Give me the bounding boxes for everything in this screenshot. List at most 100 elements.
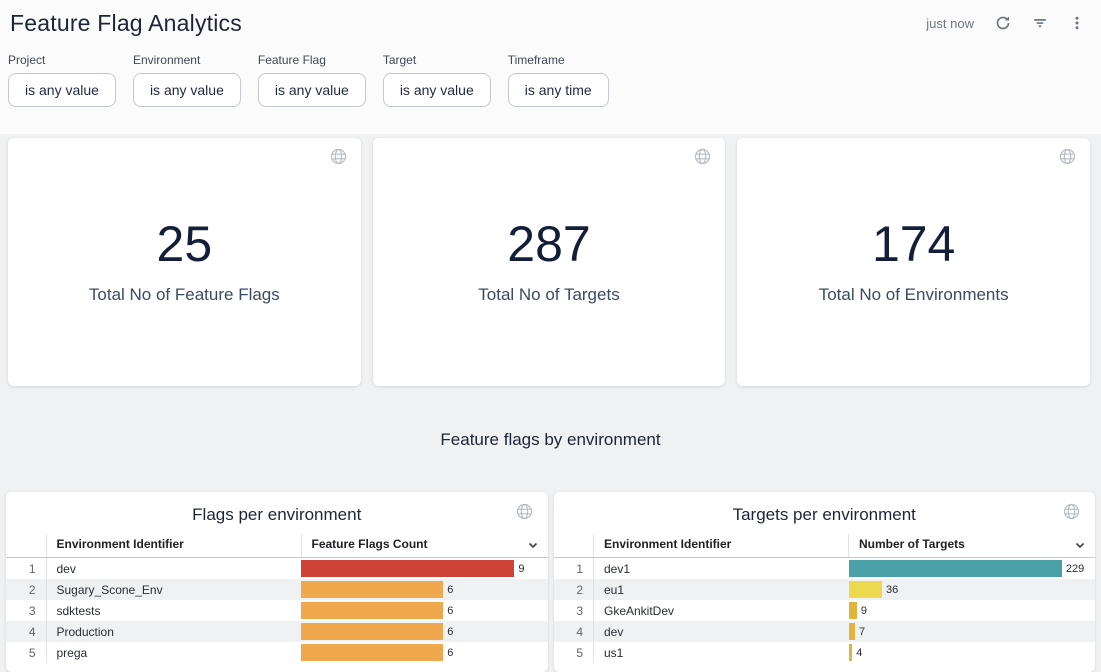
row-index: 3	[554, 600, 594, 621]
kpi-label: Total No of Feature Flags	[89, 285, 280, 305]
bar-value: 6	[447, 626, 453, 638]
table-row: 3 sdktests 6	[6, 600, 548, 621]
row-index: 5	[554, 642, 594, 663]
bar	[301, 560, 514, 577]
bar-value: 36	[886, 584, 898, 596]
environment-name-cell: dev	[594, 621, 849, 642]
row-number-header	[6, 534, 46, 558]
environment-name-cell: Production	[46, 621, 301, 642]
bar	[849, 602, 857, 619]
bar-cell: 6	[301, 642, 548, 663]
filter-group-target: Target is any value	[383, 53, 491, 107]
bar	[849, 623, 856, 640]
chart-title: Targets per environment	[733, 505, 916, 524]
table-header-row: Environment Identifier Number of Targets	[554, 534, 1096, 558]
chart-header: Flags per environment	[6, 492, 548, 534]
environment-name-cell: prega	[46, 642, 301, 663]
kpi-row: 25 Total No of Feature Flags 287 Total N…	[8, 138, 1090, 386]
chart-card-targets-per-environment: Targets per environment Environment Iden…	[554, 492, 1096, 672]
row-index: 3	[6, 600, 46, 621]
environment-name-cell: dev	[46, 558, 301, 580]
table-row: 4 Production 6	[6, 621, 548, 642]
environment-name-cell: eu1	[594, 579, 849, 600]
column-header-number-of-targets[interactable]: Number of Targets	[849, 534, 1096, 558]
bar-cell: 6	[301, 579, 548, 600]
filter-group-project: Project is any value	[8, 53, 116, 107]
bar-cell: 229	[849, 558, 1096, 580]
environment-name-cell: Sugary_Scone_Env	[46, 579, 301, 600]
filter-label: Target	[383, 53, 491, 67]
filter-value-button-timeframe[interactable]: is any time	[508, 73, 609, 107]
chevron-down-icon[interactable]	[1073, 538, 1087, 555]
filter-list-icon[interactable]	[1030, 13, 1050, 33]
refresh-icon[interactable]	[993, 13, 1013, 33]
bar	[849, 560, 1062, 577]
dashboard-header-zone: Feature Flag Analytics just now Project …	[0, 0, 1101, 134]
filter-value-button-target[interactable]: is any value	[383, 73, 491, 107]
bar	[301, 623, 443, 640]
bar-value: 6	[447, 584, 453, 596]
filter-group-timeframe: Timeframe is any time	[508, 53, 609, 107]
kpi-value: 25	[157, 219, 213, 269]
environment-name-cell: sdktests	[46, 600, 301, 621]
row-index: 2	[554, 579, 594, 600]
top-bar: Feature Flag Analytics just now	[0, 5, 1101, 39]
table-row: 2 eu1 36	[554, 579, 1096, 600]
column-header-environment-identifier[interactable]: Environment Identifier	[46, 534, 301, 558]
kebab-menu-icon[interactable]	[1067, 13, 1087, 33]
page-title: Feature Flag Analytics	[10, 10, 242, 37]
bar-cell: 6	[301, 600, 548, 621]
table-row: 1 dev1 229	[554, 558, 1096, 580]
globe-icon	[694, 148, 711, 170]
bar	[301, 644, 443, 661]
environment-name-cell: us1	[594, 642, 849, 663]
bar-cell: 6	[301, 621, 548, 642]
environment-name-cell: GkeAnkitDev	[594, 600, 849, 621]
row-index: 1	[6, 558, 46, 580]
filter-value-button-project[interactable]: is any value	[8, 73, 116, 107]
flags-table: Environment Identifier Feature Flags Cou…	[6, 534, 548, 663]
chevron-down-icon[interactable]	[526, 538, 540, 555]
filter-label: Timeframe	[508, 53, 609, 67]
bar-value: 7	[859, 626, 865, 638]
table-row: 3 GkeAnkitDev 9	[554, 600, 1096, 621]
table-row: 1 dev 9	[6, 558, 548, 580]
filter-bar: Project is any value Environment is any …	[0, 45, 1101, 107]
table-row: 4 dev 7	[554, 621, 1096, 642]
filter-group-feature-flag: Feature Flag is any value	[258, 53, 366, 107]
environment-name-cell: dev1	[594, 558, 849, 580]
bar-cell: 4	[849, 642, 1096, 663]
kpi-value: 287	[507, 219, 590, 269]
globe-icon	[516, 503, 533, 525]
filter-label: Feature Flag	[258, 53, 366, 67]
column-header-feature-flags-count[interactable]: Feature Flags Count	[301, 534, 548, 558]
filter-value-button-feature-flag[interactable]: is any value	[258, 73, 366, 107]
table-header-row: Environment Identifier Feature Flags Cou…	[6, 534, 548, 558]
charts-row: Flags per environment Environment Identi…	[6, 492, 1095, 672]
bar-cell: 9	[849, 600, 1096, 621]
last-refreshed-label: just now	[926, 16, 974, 31]
globe-icon	[1059, 148, 1076, 170]
bar-value: 6	[447, 647, 453, 659]
column-header-environment-identifier[interactable]: Environment Identifier	[594, 534, 849, 558]
kpi-tile-feature-flags: 25 Total No of Feature Flags	[8, 138, 361, 386]
chart-card-flags-per-environment: Flags per environment Environment Identi…	[6, 492, 548, 672]
bar-cell: 7	[849, 621, 1096, 642]
filter-value-button-environment[interactable]: is any value	[133, 73, 241, 107]
row-index: 1	[554, 558, 594, 580]
filter-group-environment: Environment is any value	[133, 53, 241, 107]
bar-value: 9	[861, 605, 867, 617]
chart-title: Flags per environment	[192, 505, 361, 524]
kpi-label: Total No of Targets	[478, 285, 619, 305]
bar	[849, 644, 853, 661]
bar	[301, 602, 443, 619]
kpi-tile-targets: 287 Total No of Targets	[373, 138, 726, 386]
bar-value: 9	[518, 563, 524, 575]
kpi-label: Total No of Environments	[819, 285, 1009, 305]
column-header-label: Feature Flags Count	[312, 537, 428, 551]
kpi-value: 174	[872, 219, 955, 269]
row-index: 4	[6, 621, 46, 642]
section-title: Feature flags by environment	[0, 430, 1101, 450]
filter-label: Project	[8, 53, 116, 67]
table-row: 5 prega 6	[6, 642, 548, 663]
